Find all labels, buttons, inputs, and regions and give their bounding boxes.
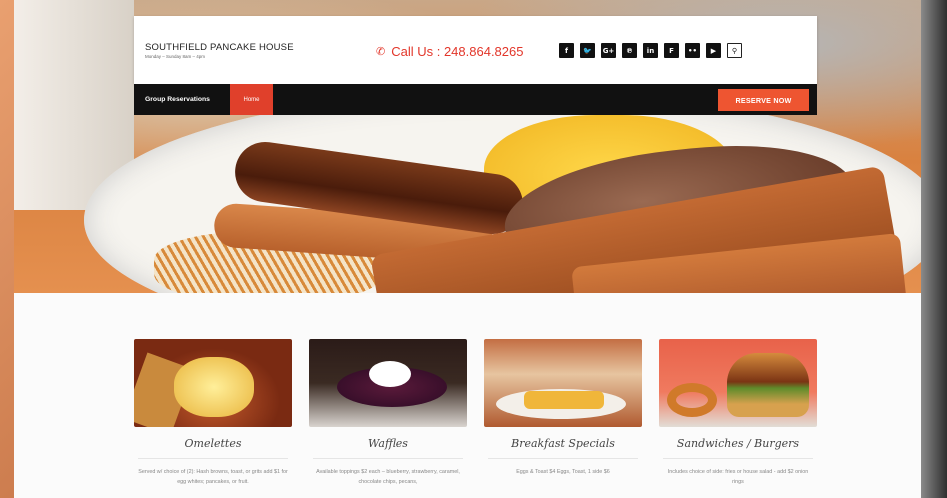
- card-description: Eggs & Toast $4 Eggs, Toast, 1 side $6: [516, 469, 610, 475]
- divider: [663, 458, 813, 459]
- nav-home[interactable]: Home: [230, 84, 273, 115]
- card-title[interactable]: Breakfast Specials: [484, 437, 642, 450]
- twitter-icon[interactable]: 🐦: [580, 43, 595, 58]
- card-description: Available toppings $2 each – blueberry, …: [316, 469, 460, 485]
- social-links: f 🐦 G+ ℗ in F •• ▶ ⚲: [559, 43, 742, 58]
- menu-cards: Omelettes Served w/ choice of (2): Hash …: [134, 339, 817, 498]
- google-plus-icon[interactable]: G+: [601, 43, 616, 58]
- page: SOUTHFIELD PANCAKE HOUSE Monday – Sunday…: [14, 0, 921, 498]
- pinterest-icon[interactable]: ℗: [622, 43, 637, 58]
- brand[interactable]: SOUTHFIELD PANCAKE HOUSE Monday – Sunday…: [145, 42, 305, 59]
- waffles-image[interactable]: [309, 339, 467, 427]
- call-link[interactable]: ✆ Call Us : 248.864.8265: [376, 44, 523, 59]
- card-breakfast-specials[interactable]: Breakfast Specials Eggs & Toast $4 Eggs,…: [484, 339, 642, 498]
- breakfast-specials-image[interactable]: [484, 339, 642, 427]
- nav-group-reservations[interactable]: Group Reservations: [134, 84, 221, 115]
- card-description: Served w/ choice of (2): Hash browns, to…: [138, 469, 288, 485]
- call-text: Call Us : 248.864.8265: [391, 44, 524, 59]
- card-sandwiches-burgers[interactable]: Sandwiches / Burgers Includes choice of …: [659, 339, 817, 498]
- main-nav: Group Reservations Home RESERVE NOW: [134, 84, 817, 115]
- omelette-image[interactable]: [134, 339, 292, 427]
- search-icon[interactable]: ⚲: [727, 43, 742, 58]
- divider: [313, 458, 463, 459]
- youtube-icon[interactable]: ▶: [706, 43, 721, 58]
- card-description: Includes choice of side: fries or house …: [667, 469, 809, 485]
- foursquare-icon[interactable]: F: [664, 43, 679, 58]
- reserve-now-button[interactable]: RESERVE NOW: [718, 89, 809, 111]
- brand-hours: Monday – Sunday 8am – 4pm: [145, 54, 206, 59]
- card-title[interactable]: Omelettes: [134, 437, 292, 450]
- sandwiches-image[interactable]: [659, 339, 817, 427]
- flickr-icon[interactable]: ••: [685, 43, 700, 58]
- divider: [488, 458, 638, 459]
- card-waffles[interactable]: Waffles Available toppings $2 each – blu…: [309, 339, 467, 498]
- site-header: SOUTHFIELD PANCAKE HOUSE Monday – Sunday…: [134, 16, 817, 84]
- divider: [138, 458, 288, 459]
- brand-name: SOUTHFIELD PANCAKE HOUSE: [145, 42, 294, 53]
- card-title[interactable]: Sandwiches / Burgers: [659, 437, 817, 450]
- window-edge: [921, 0, 947, 498]
- phone-icon: ✆: [376, 46, 386, 58]
- card-title[interactable]: Waffles: [309, 437, 467, 450]
- linkedin-icon[interactable]: in: [643, 43, 658, 58]
- facebook-icon[interactable]: f: [559, 43, 574, 58]
- card-omelettes[interactable]: Omelettes Served w/ choice of (2): Hash …: [134, 339, 292, 498]
